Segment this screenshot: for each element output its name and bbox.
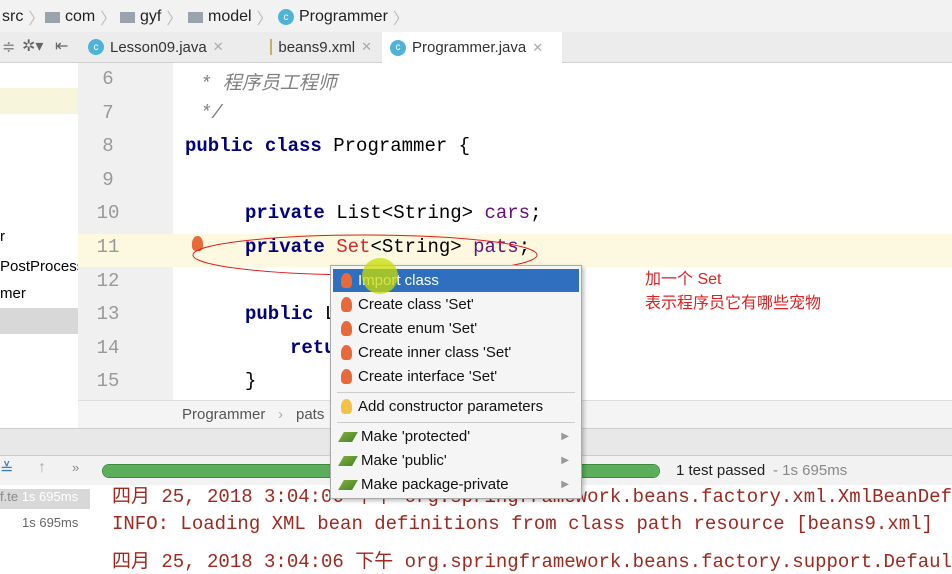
up-arrow-icon[interactable]: ↑ (38, 459, 46, 477)
code-crumb-field[interactable]: pats (296, 406, 324, 423)
crumb-com[interactable]: com 〉 (45, 5, 116, 29)
test-tree-item[interactable]: f.te 1s 695ms (0, 489, 90, 509)
menu-item-make-package-private[interactable]: Make package-private ▶ (333, 473, 579, 496)
crumb-label: Programmer (299, 8, 388, 25)
menu-label: Create enum 'Set' (358, 320, 478, 337)
menu-item-create-inner-class[interactable]: Create inner class 'Set' (333, 341, 579, 364)
gear-icon[interactable]: ✲▾ (22, 36, 43, 56)
line-number: 7 (102, 101, 114, 124)
error-bulb-icon (341, 345, 352, 360)
annotation-text: 加一个 Set 表示程序员它有哪些宠物 (645, 268, 821, 316)
submenu-arrow-icon: ▶ (561, 431, 569, 442)
menu-label: Create interface 'Set' (358, 368, 498, 385)
code-line: */ (200, 101, 223, 124)
test-tree: f.te 1s 695ms 1s 695ms (0, 485, 91, 574)
navigation-bar: src 〉 com 〉 gyf 〉 model 〉 c Programmer 〉 (0, 0, 952, 32)
console-line: 四月 25, 2018 3:04:06 下午 org.springframewo… (112, 551, 952, 573)
class-icon: c (390, 39, 406, 56)
test-tree-item[interactable]: 1s 695ms (22, 515, 78, 530)
test-status: 1 test passed (676, 462, 766, 479)
crumb-label: model (208, 8, 252, 25)
line-number: 8 (102, 135, 114, 158)
line-number: 9 (102, 168, 114, 191)
crumb-label: com (65, 8, 96, 25)
crumb-src[interactable]: src 〉 (2, 5, 44, 29)
menu-label: Create inner class 'Set' (358, 344, 512, 361)
menu-label: Make 'public' (361, 452, 447, 469)
collapse-icon[interactable]: ≑ (2, 37, 15, 57)
menu-label: Make 'protected' (361, 428, 471, 445)
more-icon[interactable]: » (72, 460, 79, 475)
tab-label: Lesson09.java (110, 38, 207, 56)
code-line: private List<String> cars; (245, 202, 542, 225)
bulb-icon (341, 399, 352, 414)
pencil-icon (338, 455, 358, 466)
menu-label: Add constructor parameters (358, 398, 544, 415)
menu-item-make-protected[interactable]: Make 'protected' ▶ (333, 425, 579, 448)
annotation-line: 加一个 Set (645, 271, 722, 288)
code-line: public class Programmer { (185, 135, 471, 158)
folder-icon (120, 11, 135, 23)
tab-label: Programmer.java (412, 39, 527, 56)
tab-beans9[interactable]: beans9.xml ✕ (262, 32, 380, 62)
menu-item-make-public[interactable]: Make 'public' ▶ (333, 449, 579, 472)
menu-label: Make package-private (361, 476, 509, 493)
line-number: 10 (96, 202, 120, 225)
error-bulb-icon (341, 273, 352, 288)
line-number: 13 (96, 303, 120, 326)
code-crumb-class[interactable]: Programmer (182, 406, 265, 423)
pencil-icon (338, 431, 358, 442)
line-number: 12 (96, 269, 120, 292)
cursor-highlight (362, 258, 398, 294)
pencil-icon (338, 479, 358, 490)
tab-lesson09[interactable]: c Lesson09.java ✕ (80, 32, 260, 62)
project-sidebar: r PostProcess mer (0, 63, 79, 425)
close-icon[interactable]: ✕ (213, 39, 224, 55)
close-icon[interactable]: ✕ (361, 39, 372, 55)
class-icon: c (88, 39, 104, 55)
error-bulb-icon (341, 297, 352, 312)
line-number: 6 (102, 68, 114, 90)
hide-icon[interactable]: ⇤ (55, 36, 68, 56)
menu-separator (337, 422, 575, 423)
line-number: 15 (96, 370, 120, 393)
error-bulb-icon (341, 321, 352, 336)
tree-item[interactable]: mer (0, 285, 26, 302)
class-icon: c (278, 9, 294, 25)
code-line: * 程序员工程师 (200, 73, 337, 95)
tab-programmer[interactable]: c Programmer.java ✕ (382, 32, 562, 63)
close-icon[interactable]: ✕ (532, 40, 543, 56)
quick-fix-popup: Import class Create class 'Set' Create e… (330, 265, 582, 499)
menu-label: Create class 'Set' (358, 296, 474, 313)
crumb-programmer[interactable]: c Programmer 〉 (278, 5, 409, 29)
menu-item-create-class[interactable]: Create class 'Set' (333, 293, 579, 316)
tree-item[interactable]: r (0, 228, 5, 245)
menu-separator (337, 392, 575, 393)
menu-item-create-enum[interactable]: Create enum 'Set' (333, 317, 579, 340)
folder-icon (45, 11, 60, 23)
editor-tabs: ≑ ✲▾ ⇤ c Lesson09.java ✕ beans9.xml ✕ c Prog… (0, 32, 952, 63)
crumb-model[interactable]: model 〉 (188, 5, 273, 29)
crumb-gyf[interactable]: gyf 〉 (120, 5, 182, 29)
test-time: - 1s 695ms (773, 462, 848, 479)
menu-item-add-constructor-parameters[interactable]: Add constructor parameters (333, 395, 579, 418)
code-line: } (245, 370, 257, 393)
xml-icon (270, 39, 273, 55)
annotation-line: 表示程序员它有哪些宠物 (645, 295, 822, 312)
folder-icon (188, 11, 203, 23)
line-number: 14 (96, 336, 120, 359)
submenu-arrow-icon: ▶ (561, 455, 569, 466)
crumb-label: gyf (140, 8, 162, 25)
error-bulb-icon (341, 369, 352, 384)
collapse-all-icon[interactable]: ≚ (0, 459, 13, 479)
menu-item-create-interface[interactable]: Create interface 'Set' (333, 365, 579, 388)
line-number: 11 (96, 236, 120, 258)
submenu-arrow-icon: ▶ (561, 479, 569, 490)
crumb-label: src (2, 8, 24, 25)
tab-label: beans9.xml (278, 38, 356, 56)
console-line: INFO: Loading XML bean definitions from … (112, 513, 933, 535)
tree-item[interactable]: PostProcess (0, 258, 78, 275)
